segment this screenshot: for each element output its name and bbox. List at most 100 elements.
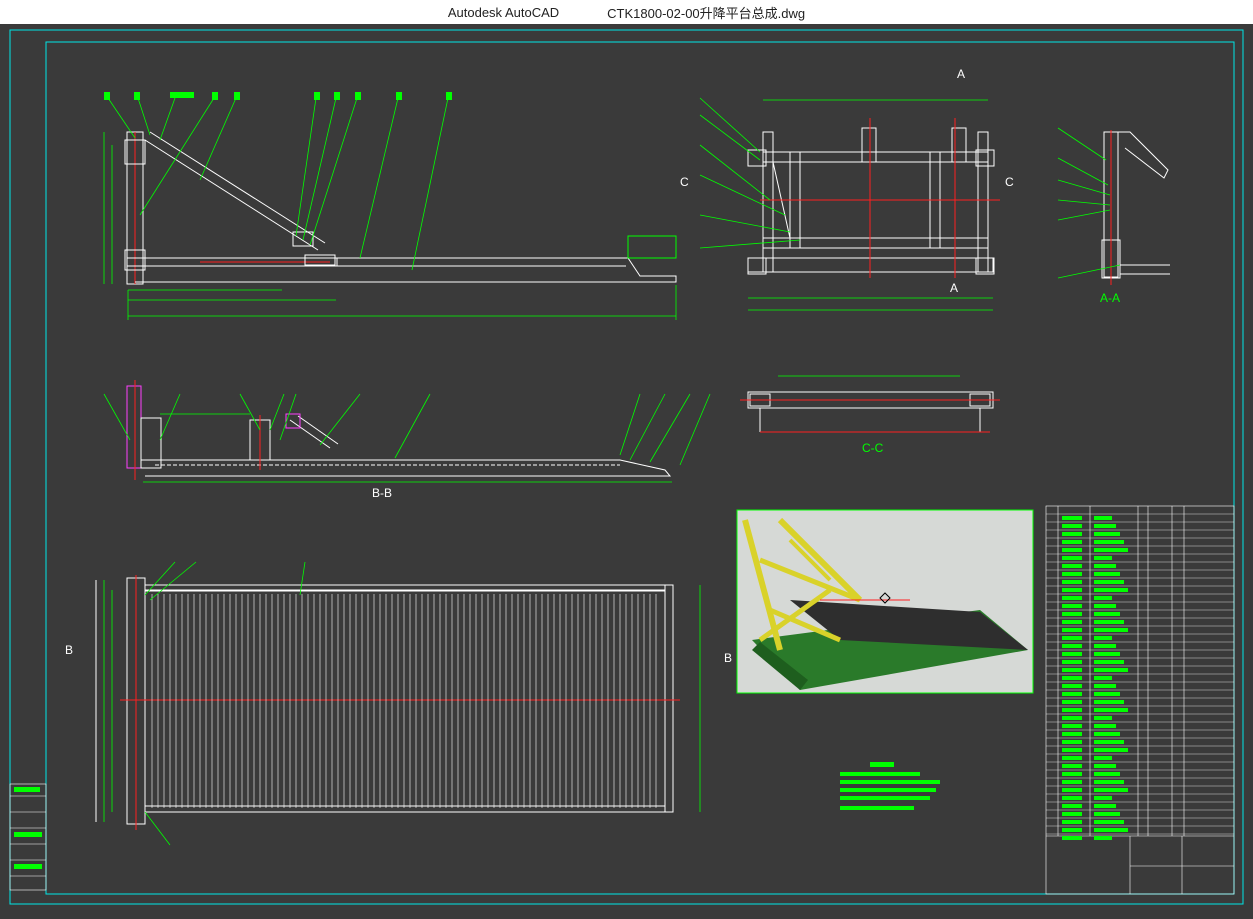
c-c-label: C-C — [862, 441, 884, 455]
parts-row-text — [1094, 556, 1112, 560]
parts-row-text — [1062, 764, 1082, 768]
side-elevation-view[interactable] — [124, 131, 677, 285]
parts-row-text — [1094, 596, 1112, 600]
parts-row-text — [1094, 796, 1112, 800]
parts-row-text — [1094, 532, 1120, 536]
parts-row-text — [1094, 652, 1120, 656]
parts-row-text — [1094, 604, 1116, 608]
parts-row-text — [1062, 804, 1082, 808]
parts-row-text — [1094, 684, 1116, 688]
parts-row-text — [1094, 820, 1124, 824]
parts-row-text — [1062, 676, 1082, 680]
plan-slats — [151, 594, 657, 808]
front-frame-dimensions — [699, 97, 993, 311]
c-marker-left: C — [680, 175, 689, 189]
parts-row-text — [1062, 756, 1082, 760]
parts-row-text — [1062, 548, 1082, 552]
parts-row-text — [1094, 620, 1124, 624]
b-b-section-view[interactable] — [126, 380, 672, 480]
parts-row-text — [1094, 572, 1120, 576]
parts-row-text — [1062, 724, 1082, 728]
parts-row-text — [1094, 748, 1128, 752]
parts-row-text — [1094, 772, 1120, 776]
parts-row-text — [1094, 668, 1128, 672]
parts-row-text — [1062, 636, 1082, 640]
parts-row-text — [1094, 780, 1124, 784]
parts-row-text — [1094, 628, 1128, 632]
parts-row-text — [1062, 596, 1082, 600]
parts-row-text — [1094, 740, 1124, 744]
parts-row-text — [1094, 732, 1120, 736]
b-b-dimensions — [103, 393, 711, 483]
parts-row-text — [1094, 716, 1112, 720]
parts-row-text — [1062, 828, 1082, 832]
parts-row-text — [1062, 620, 1082, 624]
3d-preview-image[interactable] — [736, 509, 1034, 694]
parts-row-text — [1062, 652, 1082, 656]
parts-row-text — [1062, 820, 1082, 824]
parts-row-text — [1094, 692, 1120, 696]
parts-row-text — [1062, 684, 1082, 688]
technical-notes — [840, 762, 940, 810]
parts-row-text — [1094, 540, 1124, 544]
parts-row-text — [1062, 812, 1082, 816]
parts-row-text — [1094, 836, 1112, 840]
parts-row-text — [1062, 524, 1082, 528]
plan-view[interactable] — [95, 575, 680, 830]
parts-row-text — [1094, 788, 1128, 792]
parts-list-table[interactable] — [1045, 505, 1235, 895]
b-marker-left: B — [65, 643, 73, 657]
parts-row-text — [1062, 660, 1082, 664]
parts-row-text — [1062, 516, 1082, 520]
parts-row-text — [1062, 668, 1082, 672]
parts-row-text — [1094, 548, 1128, 552]
a-marker-top: A — [957, 67, 965, 81]
b-b-label: B-B — [372, 486, 392, 500]
parts-row-text — [1062, 708, 1082, 712]
parts-row-text — [1094, 700, 1124, 704]
parts-row-text — [1094, 812, 1120, 816]
drawing-canvas[interactable]: A A C C A-A B-B C-C B B — [0, 24, 1253, 914]
section-markers-front: A A C C — [680, 67, 1014, 295]
parts-row-text — [1062, 644, 1082, 648]
parts-row-text — [1062, 716, 1082, 720]
parts-row-text — [1094, 564, 1116, 568]
parts-row-text — [1094, 676, 1112, 680]
parts-row-text — [1062, 580, 1082, 584]
parts-row-text — [1062, 772, 1082, 776]
parts-row-text — [1062, 740, 1082, 744]
parts-row-text — [1094, 524, 1116, 528]
parts-row-text — [1062, 588, 1082, 592]
a-a-section-view[interactable] — [1101, 130, 1170, 285]
parts-row-text — [1094, 612, 1120, 616]
file-name: CTK1800-02-00升降平台总成.dwg — [607, 5, 806, 21]
top-balloons — [104, 92, 452, 100]
plan-dimensions — [103, 561, 701, 846]
parts-row-text — [1062, 796, 1082, 800]
side-elevation-dimensions — [103, 97, 677, 320]
window-title-bar: Autodesk AutoCAD CTK1800-02-00升降平台总成.dwg — [0, 0, 1253, 24]
parts-row-text — [1062, 572, 1082, 576]
parts-row-text — [1062, 564, 1082, 568]
parts-row-text — [1094, 580, 1124, 584]
parts-row-text — [1062, 836, 1082, 840]
parts-row-text — [1094, 588, 1128, 592]
parts-row-text — [1062, 700, 1082, 704]
b-marker-right: B — [724, 651, 732, 665]
parts-row-text — [1094, 724, 1116, 728]
parts-row-text — [1062, 692, 1082, 696]
parts-row-text — [1062, 612, 1082, 616]
parts-row-text — [1094, 660, 1124, 664]
parts-row-text — [1094, 636, 1112, 640]
c-c-section-view[interactable] — [740, 391, 1000, 433]
front-frame-view[interactable] — [747, 118, 1000, 278]
parts-row-text — [1094, 804, 1116, 808]
parts-row-text — [1094, 764, 1116, 768]
parts-row-text — [1094, 516, 1112, 520]
parts-row-text — [1062, 748, 1082, 752]
parts-row-text — [1094, 756, 1112, 760]
parts-row-text — [1062, 628, 1082, 632]
a-a-label: A-A — [1100, 291, 1120, 305]
parts-row-text — [1062, 604, 1082, 608]
app-name: Autodesk AutoCAD — [447, 4, 560, 20]
